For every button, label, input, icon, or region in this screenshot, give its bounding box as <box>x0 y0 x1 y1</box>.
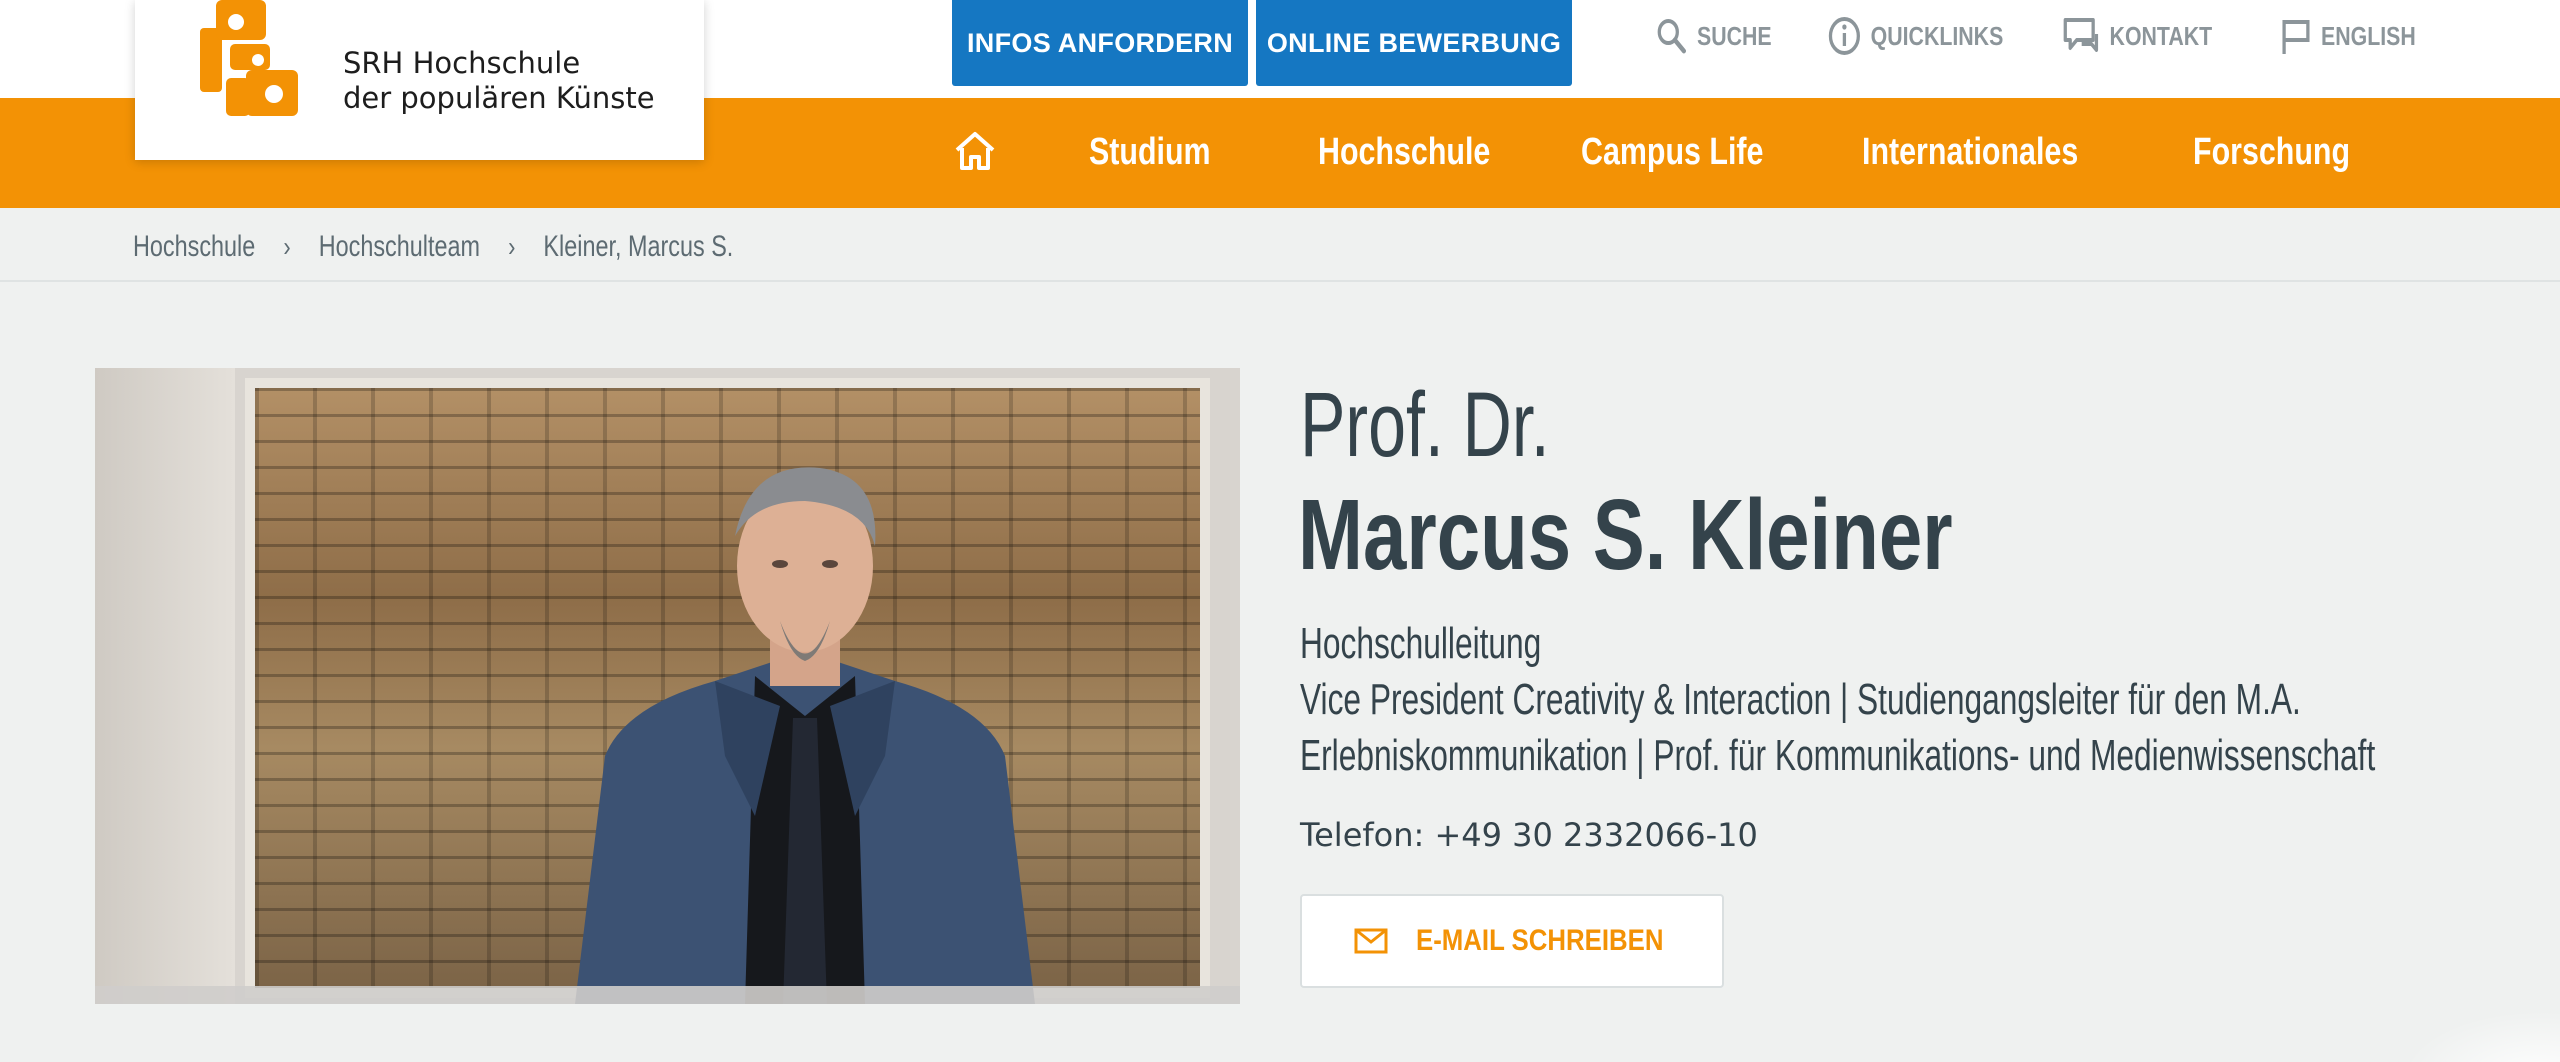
search-link[interactable]: SUCHE <box>1656 14 1772 58</box>
chevron-right-icon: › <box>283 231 291 262</box>
flag-icon <box>2282 20 2310 54</box>
person-name: Marcus S. Kleiner <box>1298 479 1953 591</box>
breadcrumb-item-current: Kleiner, Marcus S. <box>543 230 734 263</box>
kontakt-label: KONTAKT <box>2109 20 2213 51</box>
profile-photo <box>95 368 1240 1004</box>
logo-line-1: SRH Hochschule <box>343 46 581 80</box>
role-description: Hochschulleitung Vice President Creativi… <box>1300 616 2375 784</box>
mail-icon <box>1354 928 1388 954</box>
person-portrait <box>575 467 1035 1004</box>
role-line-2: Vice President Creativity & Interaction … <box>1300 675 2301 724</box>
nav-item-forschung[interactable]: Forschung <box>2193 124 2350 180</box>
home-icon[interactable] <box>952 128 998 174</box>
chevron-right-icon: › <box>508 231 516 262</box>
nav-item-studium[interactable]: Studium <box>1089 124 1211 180</box>
nav-item-campus-life[interactable]: Campus Life <box>1581 124 1763 180</box>
academic-title: Prof. Dr. <box>1300 374 1550 476</box>
breadcrumb-item-hochschule[interactable]: Hochschule <box>133 230 255 264</box>
online-bewerbung-button[interactable]: ONLINE BEWERBUNG <box>1256 0 1572 86</box>
nav-item-internationales[interactable]: Internationales <box>1862 124 2078 180</box>
email-button[interactable]: E-MAIL SCHREIBEN <box>1300 894 1724 988</box>
phone-number[interactable]: Telefon: +49 30 2332066-10 <box>1300 816 1758 854</box>
corner-decoration <box>2400 1010 2560 1062</box>
english-label: ENGLISH <box>2321 20 2416 51</box>
english-link[interactable]: ENGLISH <box>2280 14 2416 58</box>
chat-icon <box>2063 18 2099 52</box>
site-logo[interactable]: SRH Hochschule der populären Künste <box>135 0 704 160</box>
nav-item-hochschule[interactable]: Hochschule <box>1318 124 1490 180</box>
photo-bottom-strip <box>95 986 1240 1004</box>
logo-line-2: der populären Künste <box>343 81 655 115</box>
breadcrumb-item-hochschulteam[interactable]: Hochschulteam <box>319 230 480 264</box>
photo-wall-left <box>95 368 235 1004</box>
infos-anfordern-button[interactable]: INFOS ANFORDERN <box>952 0 1248 86</box>
email-button-label: E-MAIL SCHREIBEN <box>1416 924 1664 957</box>
kontakt-link[interactable]: KONTAKT <box>2062 14 2212 58</box>
role-line-1: Hochschulleitung <box>1300 619 1542 668</box>
role-line-3: Erlebniskommunikation | Prof. für Kommun… <box>1300 731 2376 780</box>
logo-text: SRH Hochschule der populären Künste <box>343 46 655 116</box>
search-icon <box>1657 19 1686 54</box>
quicklinks-label: QUICKLINKS <box>1870 20 2004 51</box>
info-icon <box>1828 17 1860 55</box>
breadcrumb-trail: Hochschule › Hochschulteam › Kleiner, Ma… <box>133 230 733 264</box>
logo-mark-icon <box>200 0 298 116</box>
search-label: SUCHE <box>1697 20 1772 51</box>
quicklinks-link[interactable]: QUICKLINKS <box>1828 14 2003 58</box>
breadcrumb: Hochschule › Hochschulteam › Kleiner, Ma… <box>0 208 2560 282</box>
